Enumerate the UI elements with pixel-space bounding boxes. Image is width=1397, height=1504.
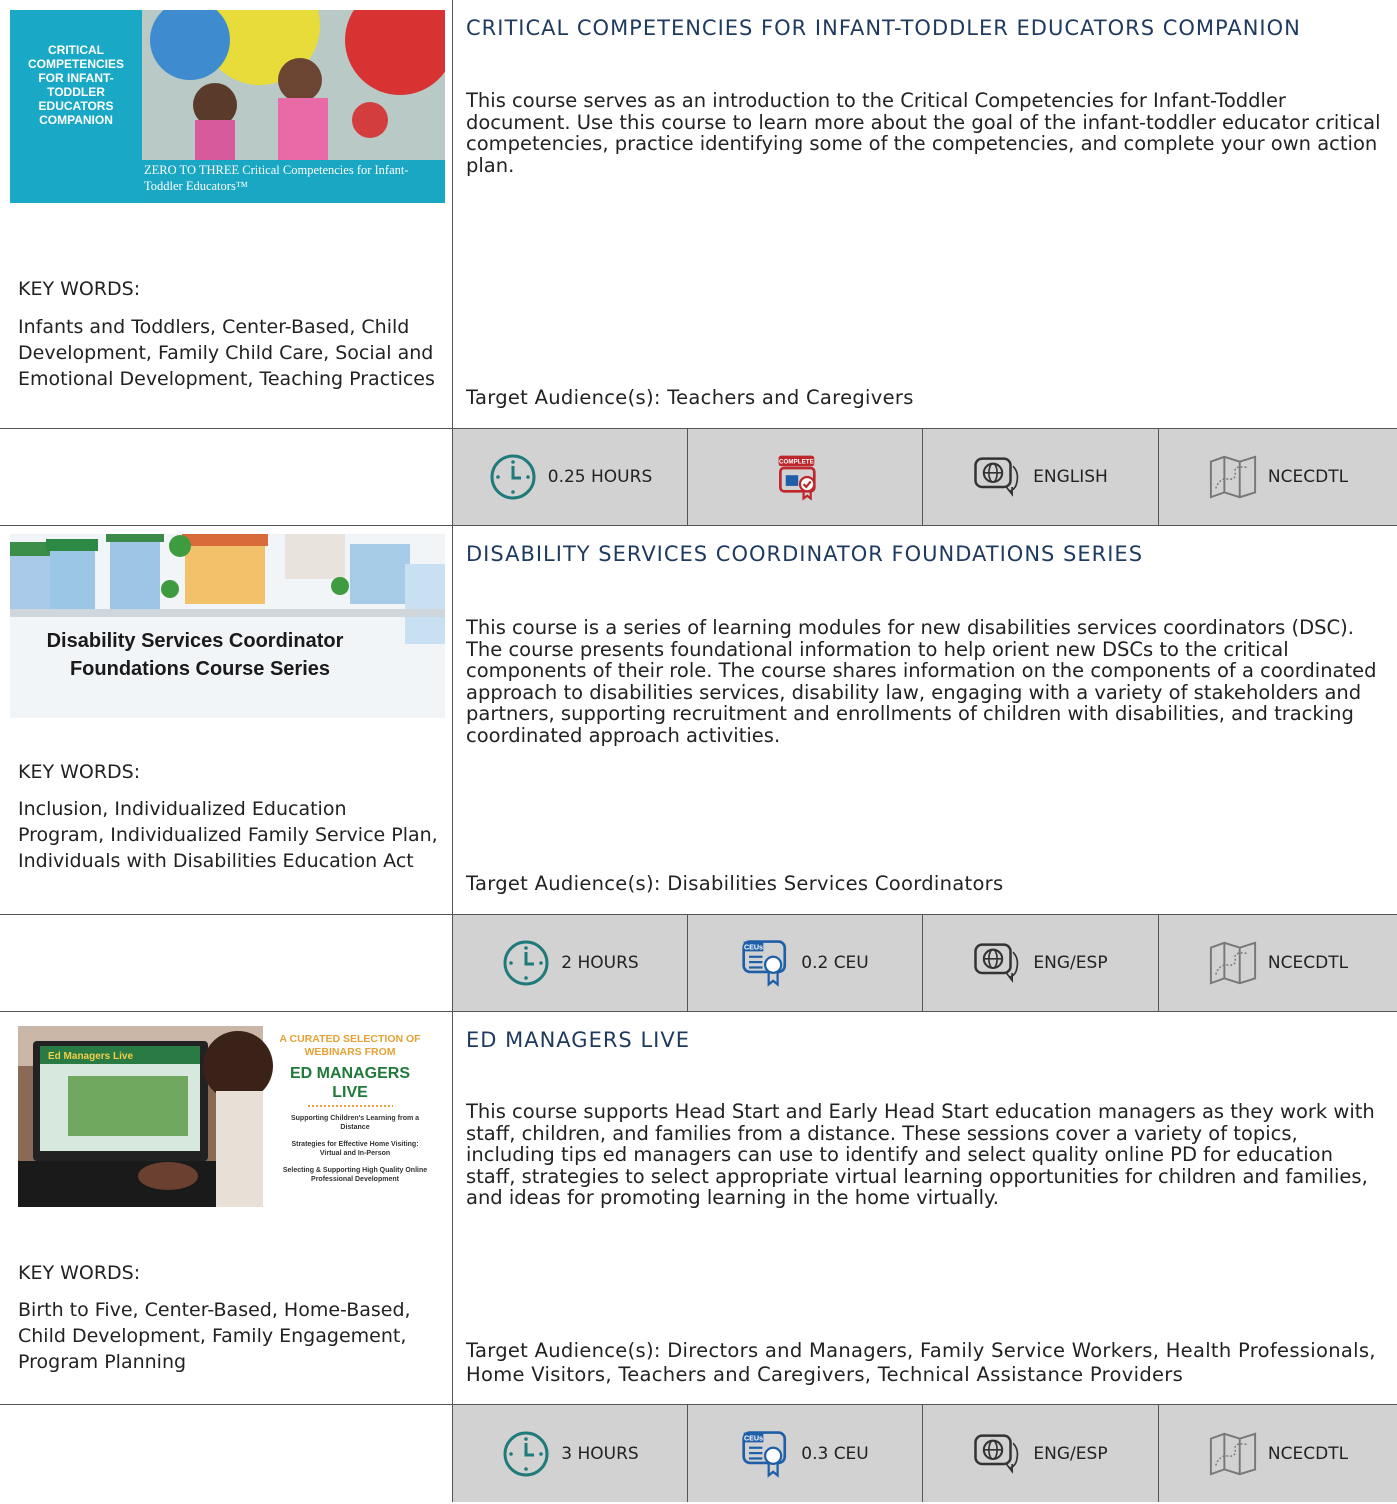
provider-cell: NCECDTL [1159, 915, 1397, 1011]
meta-spacer [0, 429, 453, 525]
course-meta-row: 3 HOURS CEUs 0.3 CEU ENG/ESP NCECDTL [0, 1404, 1397, 1502]
course-thumbnail[interactable]: Ed Managers Live A CURATED SELECTION OF … [18, 1026, 438, 1207]
course-info-right: ED MANAGERS LIVE This course supports He… [453, 1012, 1397, 1404]
course-description: This course supports Head Start and Earl… [466, 1100, 1375, 1209]
thumb-heading-line: COMPANION [39, 113, 113, 127]
keywords-text: Inclusion, Individualized Education Prog… [18, 798, 438, 872]
keywords-text: Birth to Five, Center-Based, Home-Based,… [18, 1299, 411, 1373]
globe-speech-icon [973, 938, 1023, 988]
thumb-heading-line: COMPETENCIES [28, 57, 124, 71]
duration-text: 2 HOURS [561, 953, 639, 973]
course-title[interactable]: ED MANAGERS LIVE [466, 1028, 690, 1052]
course-info-left: CRITICAL COMPETENCIES FOR INFANT- TODDLE… [0, 0, 453, 428]
course-meta-row: 0.25 HOURS COMPLETE ENGLISH NCECDTL [0, 428, 1397, 526]
course-card: CRITICAL COMPETENCIES FOR INFANT- TODDLE… [0, 0, 1397, 428]
duration-cell: 2 HOURS [453, 915, 688, 1011]
map-icon [1208, 452, 1258, 502]
course-card: Ed Managers Live A CURATED SELECTION OF … [0, 1012, 1397, 1404]
duration-cell: 3 HOURS [453, 1405, 688, 1502]
keywords-label: KEY WORDS: [18, 1262, 141, 1284]
course-meta-row: 2 HOURS CEUs 0.2 CEU ENG/ESP NCECDTL [0, 914, 1397, 1012]
target-audience: Target Audience(s): Disabilities Service… [466, 872, 1004, 895]
duration-text: 0.25 HOURS [547, 467, 653, 487]
ceu-badge-text: CEUs [744, 1434, 763, 1442]
thumb-heading-line: Foundations Course Series [70, 658, 330, 680]
thumb-heading-line: FOR INFANT- [38, 71, 113, 85]
thumb-heading-line: CRITICAL [48, 43, 104, 57]
language-text: ENG/ESP [1033, 1443, 1108, 1464]
provider-text: NCECDTL [1267, 1443, 1349, 1464]
meta-spacer [0, 915, 453, 1011]
course-title[interactable]: CRITICAL COMPETENCIES FOR INFANT-TODDLER… [466, 16, 1301, 40]
thumbnail-illustration: CRITICAL COMPETENCIES FOR INFANT- TODDLE… [10, 10, 445, 203]
meta-spacer [0, 1405, 453, 1502]
thumb-heading-line: EDUCATORS [39, 99, 114, 113]
course-title[interactable]: DISABILITY SERVICES COORDINATOR FOUNDATI… [466, 542, 1143, 566]
target-audience: Target Audience(s): Directors and Manage… [466, 1339, 1376, 1386]
thumbnail-illustration: Ed Managers Live A CURATED SELECTION OF … [18, 1026, 438, 1207]
language-text: ENGLISH [1033, 467, 1108, 487]
course-thumbnail[interactable]: CRITICAL COMPETENCIES FOR INFANT- TODDLE… [10, 10, 445, 203]
screen-label: Ed Managers Live [48, 1051, 133, 1062]
duration-cell: 0.25 HOURS [453, 429, 688, 525]
thumb-heading-line: A CURATED SELECTION OF [279, 1033, 421, 1045]
keywords-label: KEY WORDS: [18, 761, 141, 783]
map-icon [1208, 938, 1258, 988]
course-thumbnail[interactable]: Disability Services Coordinator Foundati… [10, 534, 445, 718]
thumb-heading-line: TODDLER [47, 85, 105, 99]
ceu-badge-text: CEUs [744, 944, 763, 952]
language-cell: ENG/ESP [923, 915, 1159, 1011]
credit-text: 0.2 CEU [801, 953, 869, 973]
course-catalog: CRITICAL COMPETENCIES FOR INFANT- TODDLE… [0, 0, 1397, 1502]
credit-text: 0.3 CEU [801, 1443, 869, 1464]
provider-cell: NCECDTL [1159, 429, 1397, 525]
provider-text: NCECDTL [1267, 467, 1349, 487]
course-info-right: CRITICAL COMPETENCIES FOR INFANT-TODDLER… [453, 0, 1397, 428]
thumb-heading-line: Disability Services Coordinator [47, 630, 344, 652]
ceu-certificate-icon: CEUs [741, 938, 791, 988]
thumbnail-illustration: Disability Services Coordinator Foundati… [10, 534, 445, 718]
globe-speech-icon [973, 1429, 1023, 1479]
target-audience: Target Audience(s): Teachers and Caregiv… [466, 386, 914, 409]
thumb-list-item: Selecting & Supporting High Quality Onli… [282, 1167, 428, 1183]
language-text: ENG/ESP [1033, 953, 1108, 973]
course-info-left: Ed Managers Live A CURATED SELECTION OF … [0, 1012, 453, 1404]
language-cell: ENGLISH [923, 429, 1159, 525]
course-description: This course serves as an introduction to… [466, 89, 1381, 177]
globe-speech-icon [973, 452, 1023, 502]
credit-cell: CEUs 0.3 CEU [688, 1405, 923, 1502]
thumb-heading-line: WEBINARS FROM [305, 1046, 396, 1058]
provider-text: NCECDTL [1267, 953, 1349, 973]
provider-cell: NCECDTL [1159, 1405, 1397, 1502]
course-info-left: Disability Services Coordinator Foundati… [0, 526, 453, 914]
credit-cell: CEUs 0.2 CEU [688, 915, 923, 1011]
course-info-right: DISABILITY SERVICES COORDINATOR FOUNDATI… [453, 526, 1397, 914]
duration-text: 3 HOURS [561, 1443, 639, 1464]
map-icon [1208, 1429, 1258, 1479]
keywords-text: Infants and Toddlers, Center-Based, Chil… [18, 316, 435, 390]
complete-badge-text: COMPLETE [779, 459, 814, 466]
thumb-list-item: Supporting Children's Learning from a Di… [290, 1115, 420, 1131]
ceu-certificate-icon: CEUs [741, 1429, 791, 1479]
thumb-list-item: Strategies for Effective Home Visiting: … [291, 1141, 419, 1157]
course-card: Disability Services Coordinator Foundati… [0, 526, 1397, 914]
clock-icon [501, 1429, 551, 1479]
language-cell: ENG/ESP [923, 1405, 1159, 1502]
keywords-label: KEY WORDS: [18, 278, 141, 300]
credit-cell: COMPLETE [688, 429, 923, 525]
complete-pd-icon: COMPLETE [775, 452, 825, 502]
clock-icon [488, 452, 538, 502]
course-description: This course is a series of learning modu… [466, 616, 1377, 747]
thumb-caption: ZERO TO THREE Critical Competencies for … [144, 163, 409, 193]
thumb-heading-line: LIVE [332, 1084, 368, 1101]
thumb-heading-line: ED MANAGERS [290, 1065, 410, 1082]
clock-icon [501, 938, 551, 988]
